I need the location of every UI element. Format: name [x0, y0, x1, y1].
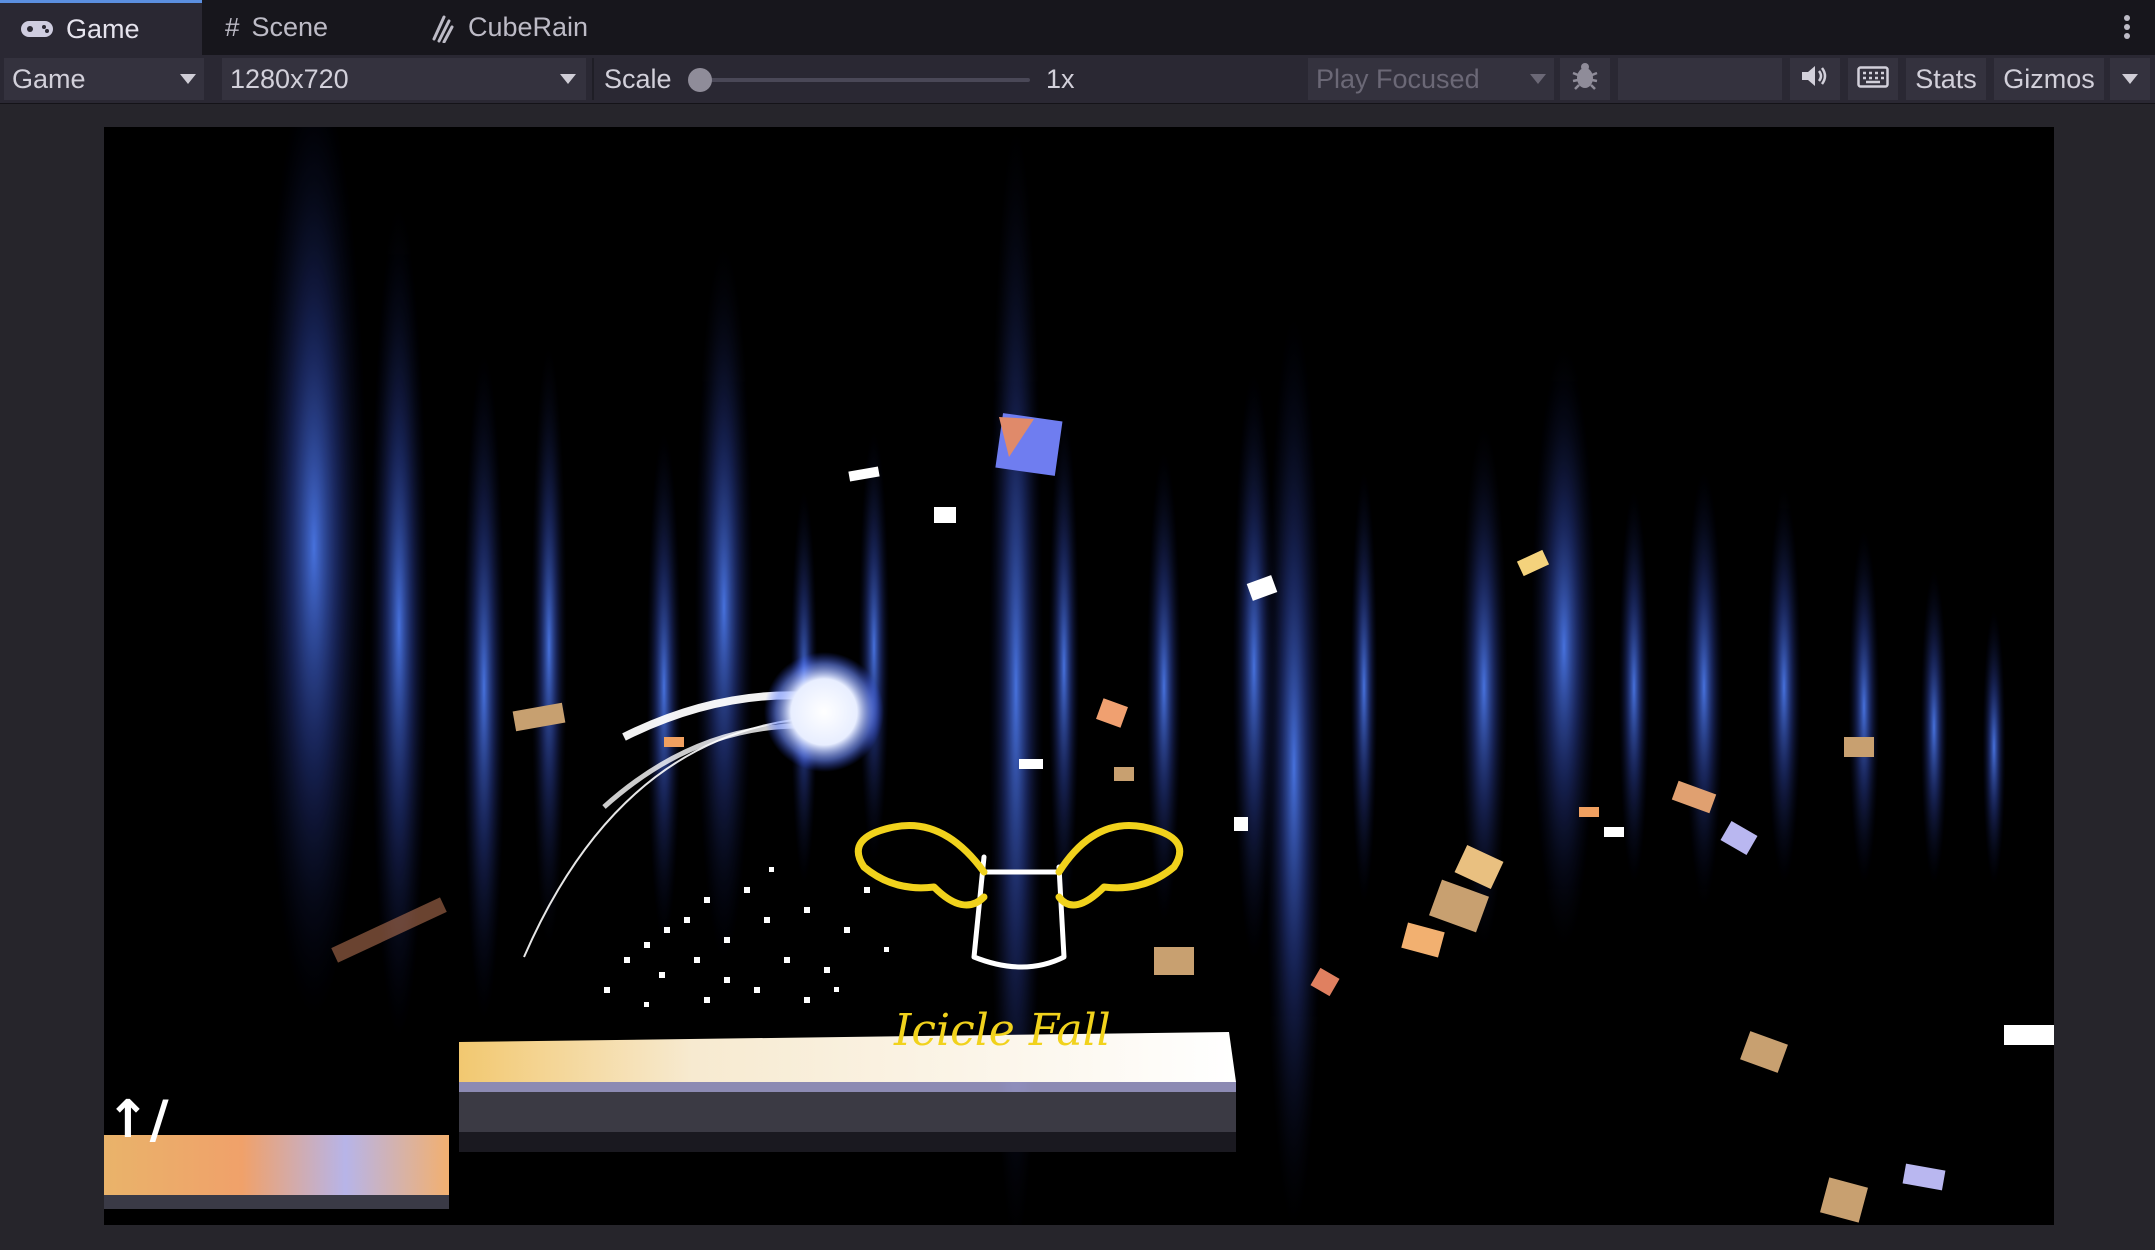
keyboard-icon: [1857, 64, 1889, 95]
toolbar-divider: [592, 58, 594, 100]
scale-slider-handle[interactable]: [688, 68, 712, 92]
shortcuts-button[interactable]: [1848, 58, 1898, 100]
caption-text: Icicle Fall: [893, 1005, 1111, 1056]
game-render: Icicle Fall ↑/: [104, 127, 2054, 1225]
gizmos-dropdown-button[interactable]: [2110, 58, 2150, 100]
gamepad-icon: [20, 18, 54, 40]
toolbar-spacer-field: [1618, 58, 1782, 100]
corner-hud-mark: ↑/: [106, 1090, 169, 1150]
tab-scene[interactable]: # Scene: [205, 0, 405, 55]
chevron-down-icon: [180, 74, 196, 84]
game-viewport[interactable]: Icicle Fall ↑/: [104, 127, 2054, 1225]
chevron-down-icon: [2122, 74, 2138, 84]
gizmos-button[interactable]: Gizmos: [1994, 58, 2104, 100]
speaker-icon: [1800, 64, 1830, 95]
bug-icon: [1570, 61, 1600, 98]
grid-icon: #: [225, 12, 240, 42]
spark-particles: [604, 867, 889, 1007]
mute-audio-button[interactable]: [1790, 58, 1840, 100]
debug-bug-button[interactable]: [1560, 58, 1610, 100]
display-select-value: Game: [12, 63, 86, 94]
scale-label: Scale: [604, 63, 672, 94]
gizmos-button-label: Gizmos: [2003, 63, 2095, 94]
tab-cuberain-label: CubeRain: [468, 12, 589, 42]
tab-scene-label: Scene: [251, 12, 329, 42]
tab-cuberain[interactable]: CubeRain: [410, 0, 640, 55]
tab-game[interactable]: Game: [0, 0, 202, 55]
play-mode-select[interactable]: Play Focused: [1308, 58, 1554, 100]
play-mode-select-value: Play Focused: [1316, 63, 1480, 94]
chevron-down-icon: [1530, 74, 1546, 84]
stats-button-label: Stats: [1915, 63, 1977, 94]
tab-game-label: Game: [66, 13, 140, 44]
rain-icon: [430, 13, 456, 43]
scale-slider-track[interactable]: [700, 78, 1030, 82]
display-select[interactable]: Game: [4, 58, 204, 100]
editor-tab-bar: Game # Scene CubeRain: [0, 0, 2155, 56]
resolution-select-value: 1280x720: [230, 63, 349, 94]
resolution-select[interactable]: 1280x720: [222, 58, 586, 100]
game-view-toolbar: Game 1280x720 Scale 1x Play Focused Stat…: [0, 55, 2155, 104]
more-options-icon[interactable]: [2123, 14, 2131, 45]
stats-button[interactable]: Stats: [1906, 58, 1986, 100]
chevron-down-icon: [560, 74, 576, 84]
main-platform: [459, 1032, 1236, 1152]
scale-value: 1x: [1046, 63, 1075, 94]
